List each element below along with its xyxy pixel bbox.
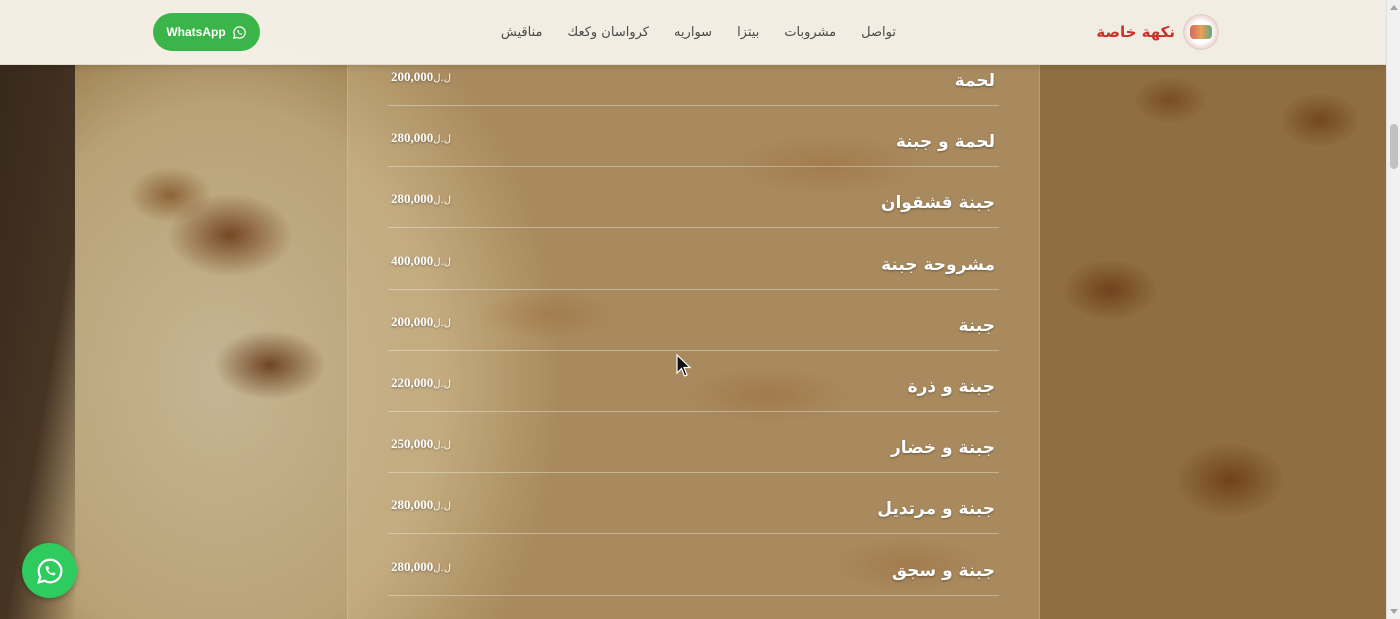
menu-item-price: 280,000ل.ل (391, 130, 451, 146)
menu-item: جبنة 200,000ل.ل (388, 290, 999, 352)
menu-item-name: جبنة و خضار (890, 438, 995, 459)
brand-name: نكهة خاصة (1096, 23, 1175, 41)
menu-item-price: 200,000ل.ل (391, 314, 451, 330)
nav-item-drinks[interactable]: مشروبات (784, 25, 836, 40)
menu-item: مشروحة جبنة 400,000ل.ل (388, 229, 999, 291)
menu-item-name: جبنة و مرتديل (877, 499, 995, 520)
brand-link[interactable]: نكهة خاصة (1096, 12, 1219, 52)
menu-item-price: 250,000ل.ل (391, 436, 451, 452)
menu-item: جبنة و مرتديل 280,000ل.ل (388, 473, 999, 535)
nav-item-soiree[interactable]: سواريه (674, 25, 712, 40)
whatsapp-icon (36, 558, 62, 584)
menu-item-price: 220,000ل.ل (391, 375, 451, 391)
menu-item-name: مشروحة جبنة (881, 255, 995, 276)
menu-item-name: لحمة (954, 71, 995, 92)
scrollbar-thumb[interactable] (1390, 124, 1398, 169)
menu-item-price: 200,000ل.ل (391, 69, 451, 85)
nav-item-contact[interactable]: تواصل (861, 25, 896, 40)
scroll-up-arrow-icon[interactable] (1390, 5, 1398, 10)
brand-logo-icon (1183, 14, 1219, 50)
menu-item-name: جبنة و ذرة (907, 377, 995, 398)
menu-item: لحمة و جبنة 280,000ل.ل (388, 106, 999, 168)
menu-item-name: جبنة و سجق (891, 561, 995, 582)
nav-item-croissant-kaak[interactable]: كرواسان وكعك (567, 25, 648, 40)
menu-item-price: 280,000ل.ل (391, 191, 451, 207)
menu-item: جبنة و خضار 250,000ل.ل (388, 412, 999, 474)
menu-item-price: 280,000ل.ل (391, 559, 451, 575)
menu-item-price: 400,000ل.ل (391, 253, 451, 269)
site-header: WhatsApp مناقيش كرواسان وكعك سواريه بيتز… (0, 0, 1386, 65)
menu-item-price: 280,000ل.ل (391, 497, 451, 513)
menu-item-name: جبنة قشقوان (880, 193, 995, 214)
page-scrollbar[interactable] (1386, 0, 1400, 619)
whatsapp-button-label: WhatsApp (166, 25, 226, 39)
menu-item-name: لحمة و جبنة (895, 132, 995, 153)
mouse-cursor-icon (676, 354, 692, 377)
menu-item: جبنة و ذرة 220,000ل.ل (388, 351, 999, 413)
whatsapp-icon (232, 25, 246, 39)
menu-item-name: جبنة (958, 316, 995, 337)
nav-item-pizza[interactable]: بيتزا (737, 25, 759, 40)
scroll-down-arrow-icon[interactable] (1390, 609, 1398, 614)
whatsapp-floating-button[interactable] (22, 543, 77, 598)
menu-item: جبنة و سجق 280,000ل.ل (388, 535, 999, 597)
main-nav: مناقيش كرواسان وكعك سواريه بيتزا مشروبات… (501, 0, 896, 65)
nav-item-manakish[interactable]: مناقيش (501, 25, 543, 40)
whatsapp-header-button[interactable]: WhatsApp (153, 13, 260, 51)
menu-item: جبنة قشقوان 280,000ل.ل (388, 167, 999, 229)
